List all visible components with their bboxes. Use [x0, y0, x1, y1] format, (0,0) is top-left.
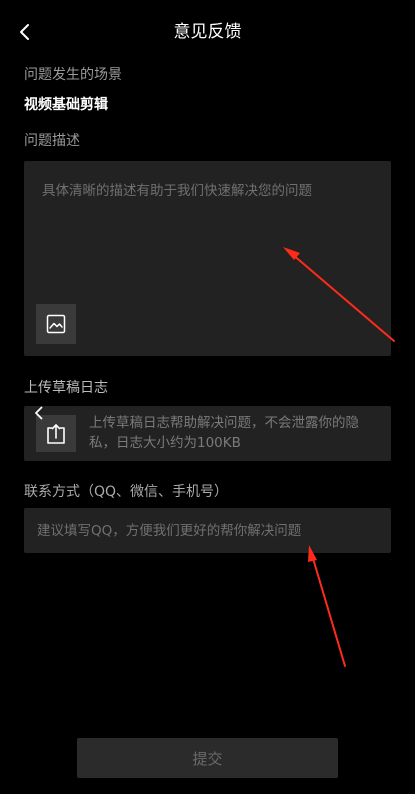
submit-button[interactable]: 提交 [77, 738, 338, 778]
add-image-button[interactable] [36, 304, 76, 344]
contact-label: 联系方式（QQ、微信、手机号） [24, 484, 229, 500]
upload-icon [47, 423, 65, 444]
upload-log-description: 上传草稿日志帮助解决问题，不会泄露你的隐私，日志大小约为100KB [89, 415, 359, 451]
contact-input[interactable] [24, 508, 391, 553]
contact-field-container [24, 508, 391, 553]
upload-log-label: 上传草稿日志 [24, 380, 108, 396]
floating-back-button[interactable] [30, 403, 46, 423]
description-textarea[interactable]: 具体清晰的描述有助于我们快速解决您的问题 [24, 161, 391, 356]
description-placeholder: 具体清晰的描述有助于我们快速解决您的问题 [42, 183, 312, 199]
annotation-arrow-contact [308, 545, 346, 667]
upload-log-panel: 上传草稿日志帮助解决问题，不会泄露你的隐私，日志大小约为100KB [24, 406, 391, 461]
image-icon [46, 314, 66, 334]
page-title: 意见反馈 [173, 22, 242, 42]
chevron-left-icon [34, 406, 42, 420]
scene-label: 问题发生的场景 [24, 67, 122, 83]
description-label: 问题描述 [24, 133, 80, 149]
scene-value: 视频基础剪辑 [24, 97, 108, 113]
